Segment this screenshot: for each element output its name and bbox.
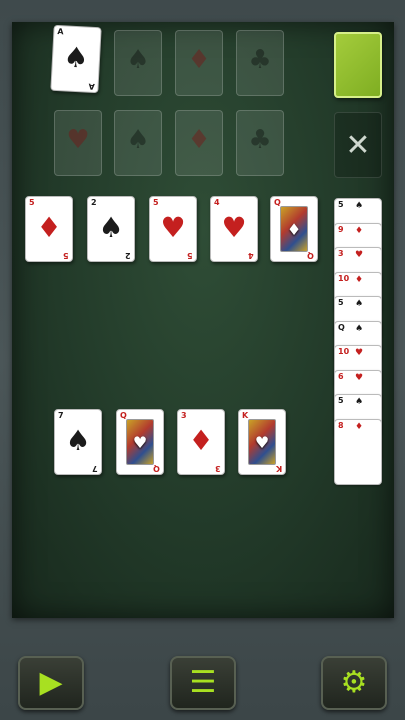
heart-icon: ♥ — [160, 211, 186, 244]
diamond-icon: ♦ — [187, 125, 211, 155]
foundation-ace-spades[interactable]: A ♠ A — [50, 24, 102, 94]
tableau-card[interactable]: 3 ♦ 3 — [177, 409, 225, 475]
menu-button[interactable]: ☰ — [170, 656, 236, 710]
card-rank: 9 — [338, 224, 344, 234]
queen-face-art: ♦ — [280, 206, 308, 252]
menu-icon: ☰ — [189, 665, 217, 700]
suit-icon: ♥ — [355, 250, 364, 260]
club-icon: ♣ — [248, 45, 272, 75]
card-rank: A — [57, 26, 64, 37]
queen-face-art: ♥ — [126, 419, 154, 465]
heart-icon: ♥ — [132, 433, 148, 452]
spade-icon: ♠ — [65, 424, 91, 457]
card-rank: 2 — [91, 198, 97, 207]
suit-icon: ♠ — [355, 397, 364, 407]
card-rank: 4 — [214, 198, 220, 207]
tableau-card[interactable]: Q ♦ Q — [270, 196, 318, 262]
foundation-slot-spades[interactable]: ♠ — [114, 30, 162, 96]
suit-icon: ♦ — [355, 274, 364, 285]
card-rank-bottom: 5 — [187, 251, 193, 260]
card-rank: 3 — [181, 411, 187, 420]
card-rank: 10 — [338, 273, 350, 283]
settings-button[interactable]: ⚙ — [321, 656, 387, 710]
heart-icon: ♥ — [254, 433, 270, 452]
foundation-slot-clubs-2[interactable]: ♣ — [236, 110, 284, 176]
suit-icon: ♠ — [355, 299, 364, 309]
card-rank: 6 — [338, 371, 344, 381]
tableau-card[interactable]: 5 ♥ 5 — [149, 196, 197, 262]
close-icon: ✕ — [345, 128, 371, 163]
card-rank: Q — [338, 322, 345, 332]
card-rank-bottom: 3 — [215, 464, 221, 473]
card-rank: 10 — [338, 347, 350, 356]
club-icon: ♣ — [248, 125, 272, 155]
card-rank: 5 — [153, 198, 159, 207]
card-rank: 5 — [338, 200, 344, 209]
foundation-slot-diamonds-2[interactable]: ♦ — [175, 110, 223, 176]
foundation-slot-spades-2[interactable]: ♠ — [114, 110, 162, 176]
diamond-icon: ♦ — [286, 220, 302, 239]
card-rank-bottom: Q — [307, 251, 314, 260]
card-rank-bottom: K — [275, 464, 282, 473]
gear-icon: ⚙ — [340, 665, 368, 700]
king-face-art: ♥ — [248, 419, 276, 465]
stock-pile[interactable] — [334, 32, 382, 98]
tableau-card[interactable]: 5 ♦ 5 — [25, 196, 73, 262]
tableau-card[interactable]: K ♥ K — [238, 409, 286, 475]
waste-card[interactable]: 8 ♦ — [334, 418, 382, 485]
discard-slot[interactable]: ✕ — [334, 112, 382, 178]
suit-icon: ♠ — [355, 201, 364, 211]
card-rank: 5 — [29, 198, 35, 207]
card-rank: 5 — [338, 396, 344, 405]
card-rank: 5 — [338, 298, 344, 307]
suit-icon: ♥ — [355, 348, 364, 358]
foundation-slot-diamonds[interactable]: ♦ — [175, 30, 223, 96]
card-rank-bottom: 2 — [125, 251, 131, 260]
suit-icon: ♥ — [355, 372, 364, 383]
suit-icon: ♦ — [355, 421, 364, 432]
suit-icon: ♦ — [355, 225, 364, 236]
card-rank: 8 — [338, 420, 344, 430]
suit-icon: ♠ — [355, 323, 364, 334]
card-rank-bottom: 7 — [92, 464, 98, 473]
spade-icon: ♠ — [62, 40, 90, 75]
heart-icon: ♥ — [221, 211, 247, 244]
diamond-icon: ♦ — [188, 424, 214, 457]
tableau-card[interactable]: 4 ♥ 4 — [210, 196, 258, 262]
spade-icon: ♠ — [98, 211, 124, 244]
tableau-card[interactable]: Q ♥ Q — [116, 409, 164, 475]
diamond-icon: ♦ — [187, 45, 211, 75]
card-rank-bottom: Q — [153, 464, 160, 473]
spade-icon: ♠ — [126, 125, 150, 155]
card-rank-bottom: A — [88, 81, 95, 92]
card-rank: K — [242, 411, 249, 420]
heart-icon: ♥ — [66, 125, 90, 155]
tableau-card[interactable]: 7 ♠ 7 — [54, 409, 102, 475]
play-icon: ▶ — [39, 665, 63, 700]
foundation-slot-clubs[interactable]: ♣ — [236, 30, 284, 96]
card-rank: 3 — [338, 249, 344, 258]
play-button[interactable]: ▶ — [18, 656, 84, 710]
diamond-icon: ♦ — [36, 211, 62, 244]
card-rank-bottom: 4 — [248, 251, 254, 260]
card-rank-bottom: 5 — [63, 251, 69, 260]
tableau-card[interactable]: 2 ♠ 2 — [87, 196, 135, 262]
spade-icon: ♠ — [126, 45, 150, 75]
foundation-slot-hearts[interactable]: ♥ — [54, 110, 102, 176]
card-rank: 7 — [58, 411, 64, 420]
